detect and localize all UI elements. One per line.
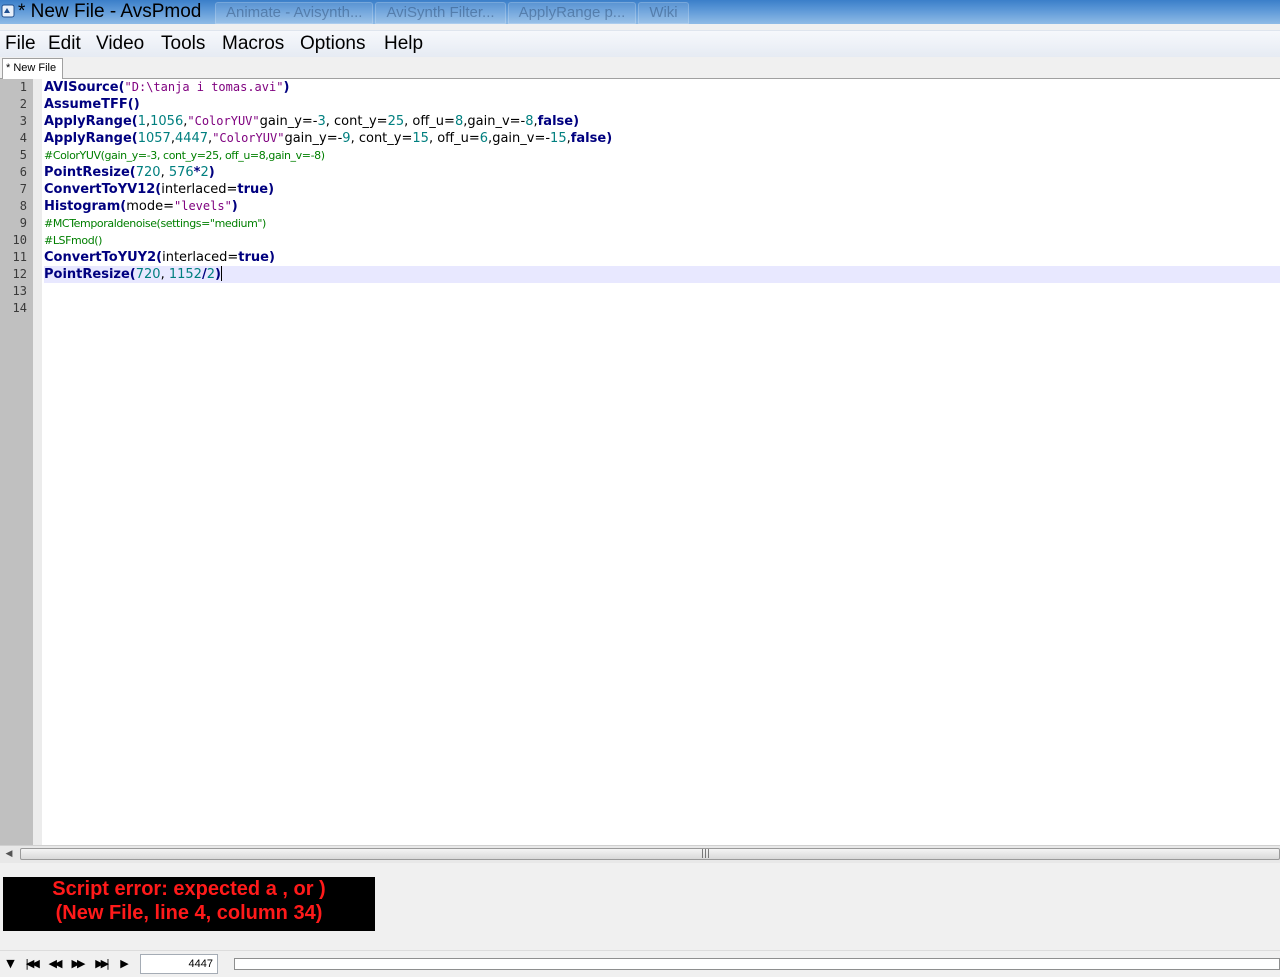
menu-tools[interactable]: Tools: [161, 31, 205, 57]
menu-file[interactable]: File: [5, 31, 36, 57]
line-number: 10: [12, 233, 27, 247]
background-tab[interactable]: ApplyRange p...: [507, 2, 637, 24]
line-number: 3: [19, 114, 27, 128]
scrollbar-grip-icon: |||: [701, 849, 711, 859]
play-menu-icon[interactable]: ▼: [0, 956, 18, 972]
menu-help[interactable]: Help: [384, 31, 423, 57]
line-number: 6: [19, 165, 27, 179]
line-number: 12: [12, 267, 27, 281]
scroll-left-icon[interactable]: ◀: [3, 846, 15, 863]
code-line[interactable]: ConvertToYUY2(interlaced=true): [44, 249, 1280, 266]
code-line[interactable]: #LSFmod(): [44, 232, 1280, 249]
line-number: 1: [19, 80, 27, 94]
tab-new-file[interactable]: * New File: [2, 58, 63, 79]
code-line[interactable]: [44, 300, 1280, 317]
script-error-panel: Script error: expected a , or ) (New Fil…: [3, 877, 375, 931]
code-line[interactable]: #ColorYUV(gain_y=-3, cont_y=25, off_u=8,…: [44, 147, 1280, 164]
title-bar: * New File - AvsPmod Animate - Avisynth.…: [0, 0, 1280, 24]
skip-to-end-icon[interactable]: ▶▶|: [92, 956, 110, 972]
line-number: 14: [12, 301, 27, 315]
menu-video[interactable]: Video: [96, 31, 144, 57]
script-editor[interactable]: 1 2 3 4 5 6 7 8 9 10 11 12 13 14 AVISour…: [0, 79, 1280, 845]
line-number: 13: [12, 284, 27, 298]
code-line[interactable]: PointResize(720, 576*2): [44, 164, 1280, 181]
line-number: 8: [19, 199, 27, 213]
background-tab[interactable]: Wiki: [638, 2, 689, 24]
code-area[interactable]: AVISource("D:\tanja i tomas.avi") AssumeT…: [44, 79, 1280, 317]
line-number: 11: [12, 250, 27, 264]
line-number: 9: [19, 216, 27, 230]
line-number: 5: [19, 148, 27, 162]
background-window-tabs: Animate - Avisynth... AviSynth Filter... A…: [215, 0, 691, 24]
code-line[interactable]: #MCTemporaldenoise(settings="medium"): [44, 215, 1280, 232]
code-line[interactable]: PointResize(720, 1152/2): [44, 266, 1280, 283]
playback-toolbar: ▼ |◀◀ ◀◀ ▶▶ ▶▶| ▶ 4447: [0, 950, 1280, 977]
code-line[interactable]: ConvertToYV12(interlaced=true): [44, 181, 1280, 198]
code-line[interactable]: ApplyRange(1057,4447,"ColorYUV"gain_y=-9…: [44, 130, 1280, 147]
code-line[interactable]: Histogram(mode="levels"): [44, 198, 1280, 215]
background-tab[interactable]: Animate - Avisynth...: [215, 2, 374, 24]
error-message: Script error: expected a , or ): [52, 878, 326, 900]
code-line[interactable]: AVISource("D:\tanja i tomas.avi"): [44, 79, 1280, 96]
menu-bar: File Edit Video Tools Macros Options Hel…: [0, 30, 1280, 58]
app-icon: [1, 4, 15, 18]
text-caret: [220, 266, 222, 281]
code-line[interactable]: [44, 283, 1280, 300]
line-number: 4: [19, 131, 27, 145]
step-forward-icon[interactable]: ▶▶: [68, 956, 86, 972]
background-tab[interactable]: AviSynth Filter...: [375, 2, 506, 24]
menu-edit[interactable]: Edit: [48, 31, 81, 57]
skip-to-start-icon[interactable]: |◀◀: [22, 956, 40, 972]
horizontal-scrollbar[interactable]: ◀ |||: [0, 845, 1280, 863]
video-slider[interactable]: [234, 958, 1280, 970]
code-line[interactable]: AssumeTFF(): [44, 96, 1280, 113]
line-number: 7: [19, 182, 27, 196]
menu-macros[interactable]: Macros: [222, 31, 284, 57]
code-line[interactable]: ApplyRange(1,1056,"ColorYUV"gain_y=-3, c…: [44, 113, 1280, 130]
play-icon[interactable]: ▶: [114, 956, 132, 972]
document-tab-strip: * New File: [0, 57, 1280, 79]
fold-margin[interactable]: [33, 79, 42, 845]
line-number: 2: [19, 97, 27, 111]
frame-number-input[interactable]: 4447: [140, 954, 218, 974]
scrollbar-thumb[interactable]: |||: [20, 848, 1280, 860]
menu-options[interactable]: Options: [300, 31, 365, 57]
error-location: (New File, line 4, column 34): [55, 902, 323, 924]
step-back-icon[interactable]: ◀◀: [45, 956, 63, 972]
line-number-gutter: 1 2 3 4 5 6 7 8 9 10 11 12 13 14: [0, 79, 33, 845]
window-title: * New File - AvsPmod: [18, 1, 202, 22]
